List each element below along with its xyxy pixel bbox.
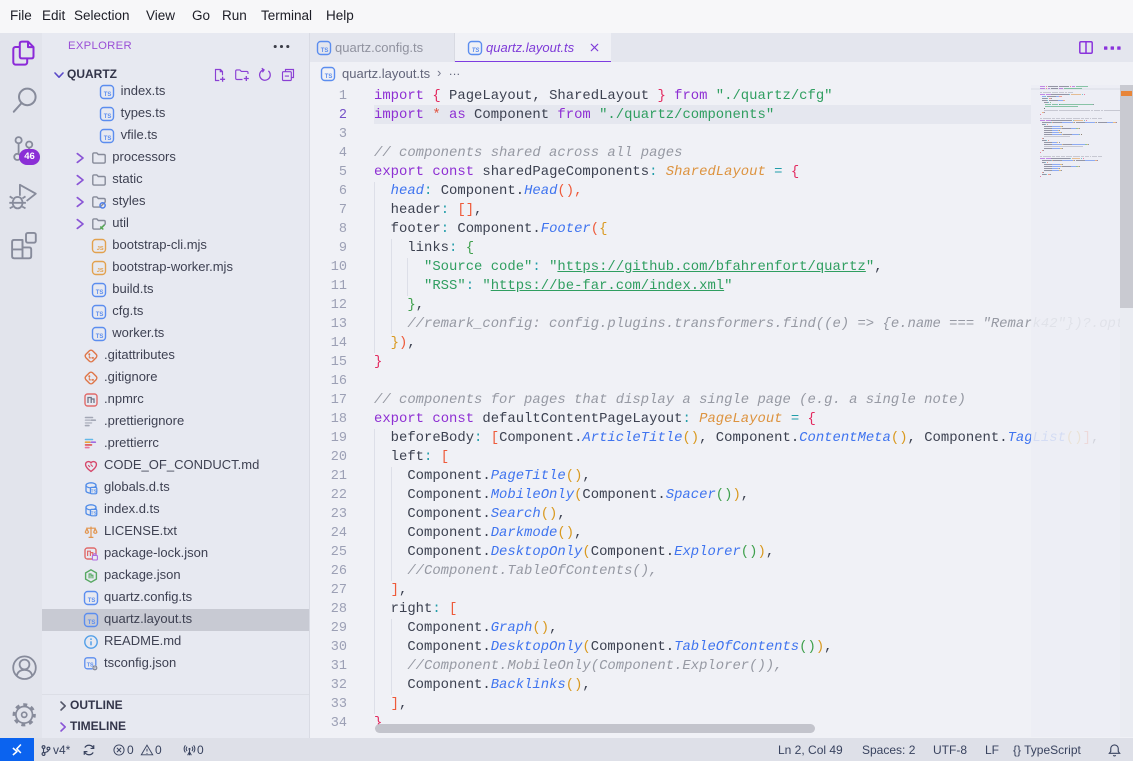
svg-text:TS: TS bbox=[96, 312, 104, 318]
svg-text:TS: TS bbox=[87, 598, 95, 604]
svg-text:TS: TS bbox=[96, 334, 104, 340]
svg-text:JS: JS bbox=[97, 246, 104, 252]
svg-text:TS: TS bbox=[87, 620, 95, 626]
svg-text:TS: TS bbox=[321, 48, 329, 54]
svg-text:TS: TS bbox=[90, 510, 96, 515]
svg-text:TS: TS bbox=[96, 290, 104, 296]
svg-text:TS: TS bbox=[325, 74, 333, 80]
svg-text:TS: TS bbox=[104, 92, 112, 98]
svg-text:TS: TS bbox=[104, 136, 112, 142]
svg-text:JS: JS bbox=[97, 268, 104, 274]
svg-text:TS: TS bbox=[90, 488, 96, 493]
svg-text:TS: TS bbox=[472, 48, 480, 54]
svg-text:TS: TS bbox=[104, 114, 112, 120]
